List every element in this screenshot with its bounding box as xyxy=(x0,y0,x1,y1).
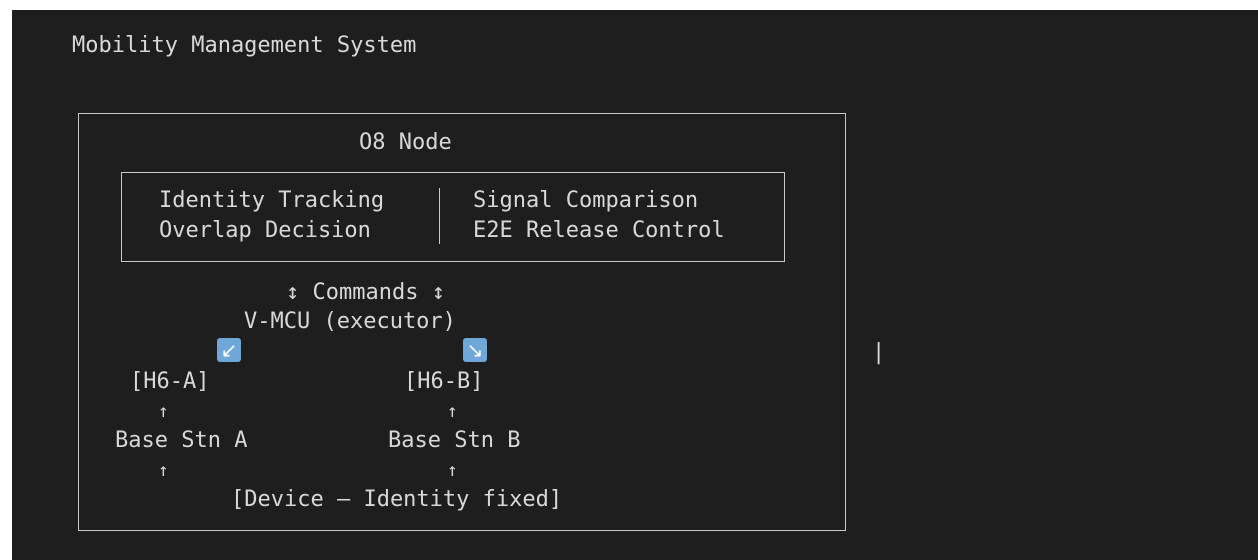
stray-bar: | xyxy=(872,340,886,365)
up-arrow-icon: ↑ xyxy=(447,401,458,422)
south-east-arrow-icon: ↘ xyxy=(463,338,487,362)
south-west-arrow-icon: ↙ xyxy=(217,338,241,362)
up-arrow-icon: ↑ xyxy=(158,401,169,422)
function-overlap-decision: Overlap Decision xyxy=(159,218,371,243)
vmcu-label: V-MCU (executor) xyxy=(244,309,456,334)
page-title: Mobility Management System xyxy=(72,33,417,58)
h6-a-label: [H6-A] xyxy=(130,369,210,394)
function-separator xyxy=(439,188,440,244)
base-station-a: Base Stn A xyxy=(115,428,248,453)
up-arrow-icon: ↑ xyxy=(158,460,169,481)
function-signal-comparison: Signal Comparison xyxy=(473,188,699,213)
base-station-b: Base Stn B xyxy=(388,428,521,453)
h6-b-label: [H6-B] xyxy=(404,369,484,394)
function-e2e-release-control: E2E Release Control xyxy=(473,218,725,243)
node-title: O8 Node xyxy=(359,130,452,155)
up-arrow-icon: ↑ xyxy=(447,460,458,481)
device-label: [Device — Identity fixed] xyxy=(231,487,563,512)
function-identity-tracking: Identity Tracking xyxy=(159,188,385,213)
commands-label: ↕ Commands ↕ xyxy=(286,280,445,305)
